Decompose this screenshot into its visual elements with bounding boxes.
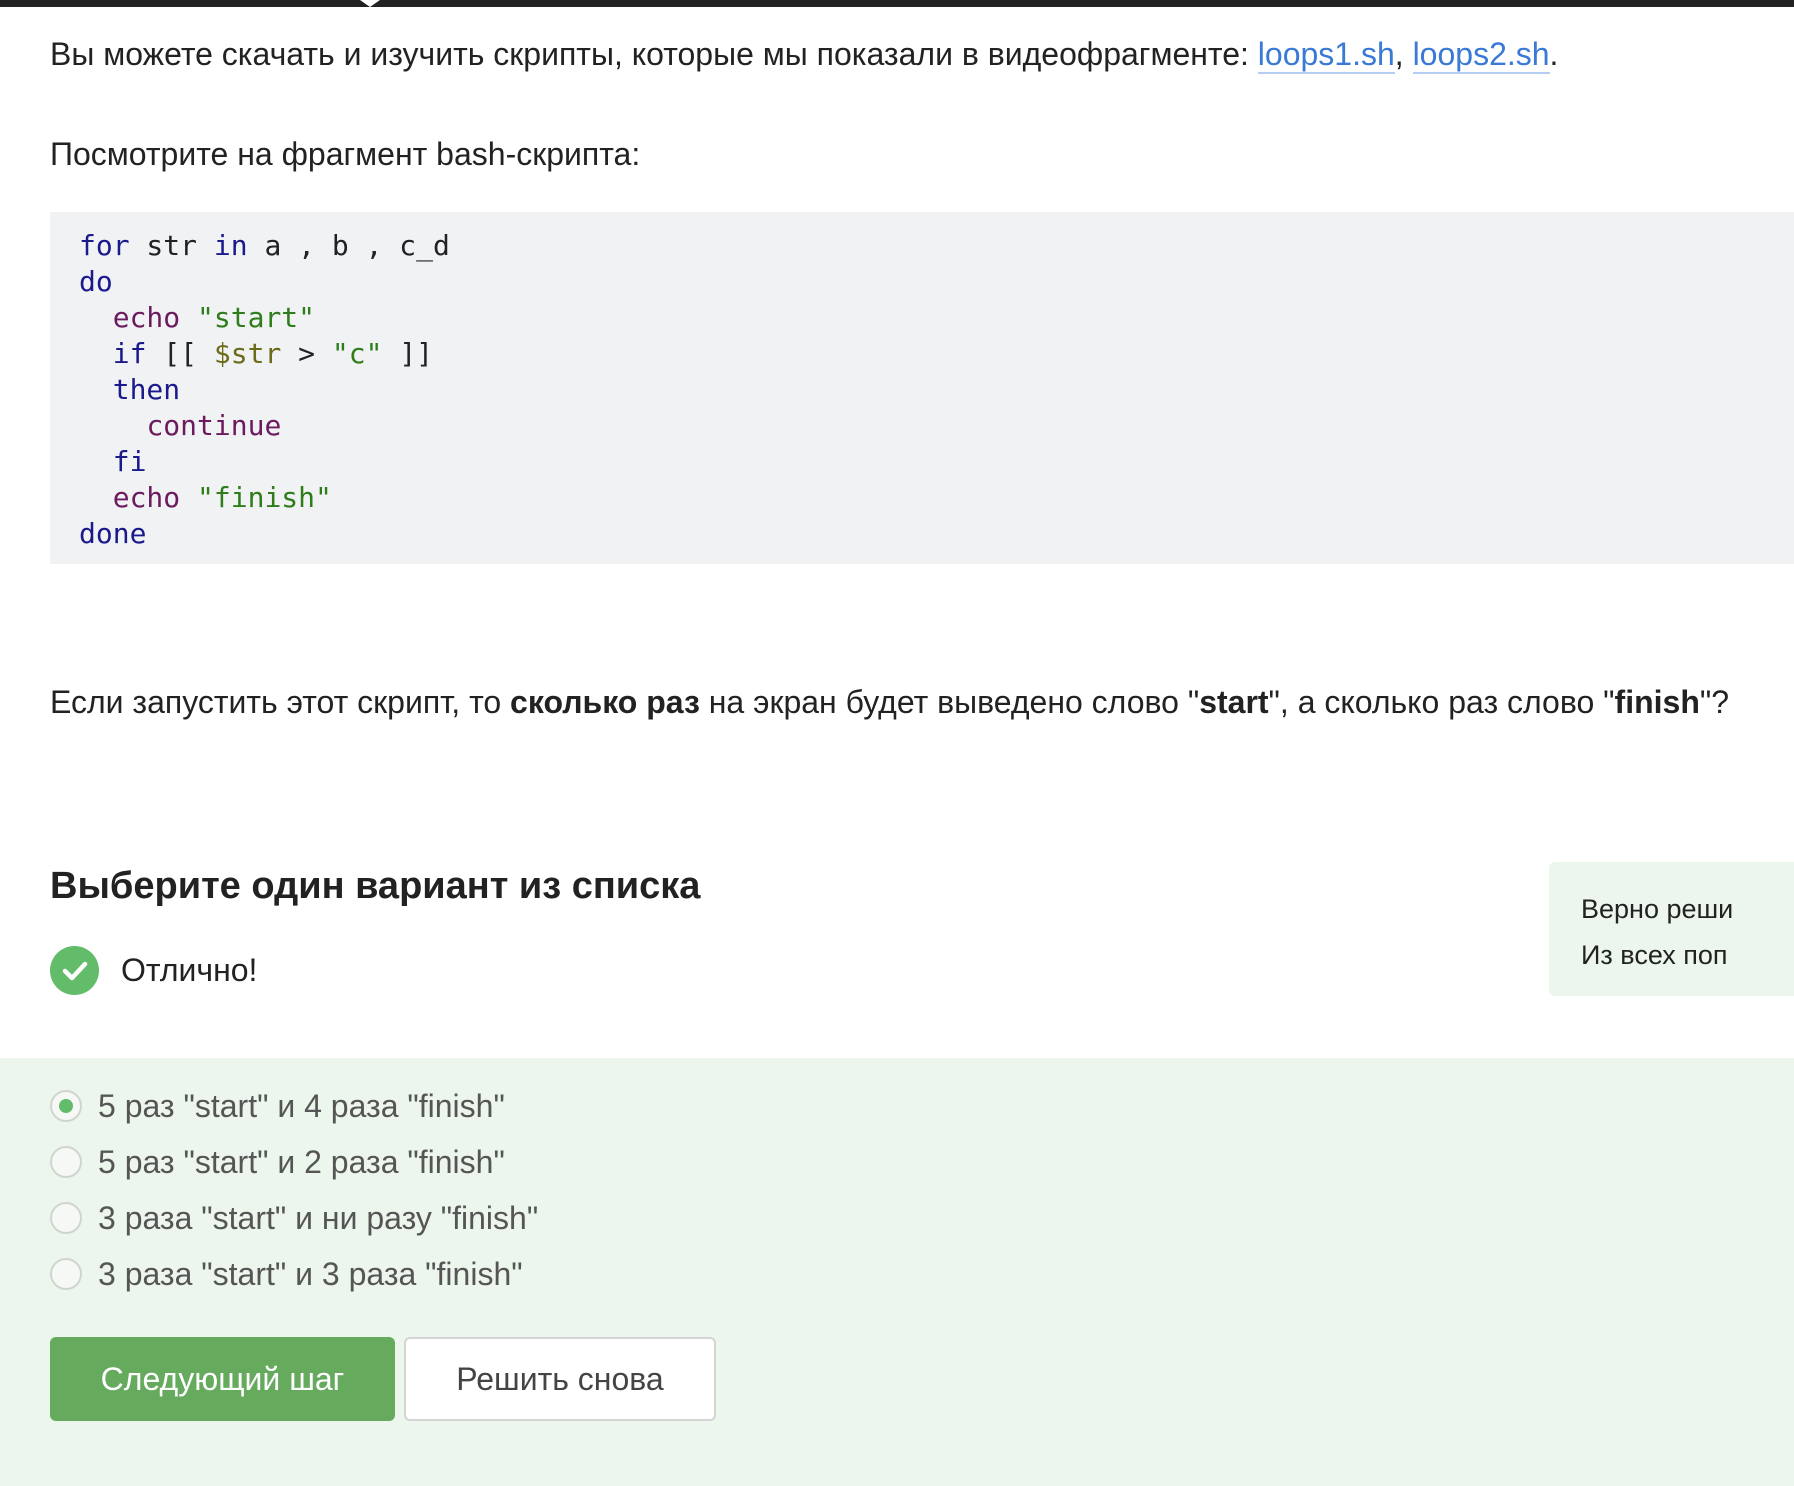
radio-button[interactable] [50, 1202, 82, 1234]
code-pre: for str in a , b , c_d do echo "start" i… [79, 228, 1794, 552]
code-text: > [281, 337, 332, 370]
quiz-title: Выберите один вариант из списка [50, 865, 701, 907]
code-line-2: do [79, 265, 113, 298]
question-part: ", а сколько раз слово " [1268, 684, 1615, 720]
radio-button[interactable] [50, 1258, 82, 1290]
kw-in: in [213, 229, 248, 262]
cmd-echo: echo [112, 481, 181, 514]
kw-for: for [79, 229, 130, 262]
code-block: for str in a , b , c_d do echo "start" i… [50, 212, 1794, 564]
str-finish: "finish" [197, 481, 332, 514]
result-status: Отлично! [50, 946, 257, 995]
intro-separator: , [1394, 36, 1413, 72]
option-item[interactable]: 5 раз "start" и 4 раза "finish" [50, 1078, 538, 1134]
options-list: 5 раз "start" и 4 раза "finish" 5 раз "s… [50, 1078, 538, 1302]
top-bar-notch [360, 0, 380, 7]
answers-area: 5 раз "start" и 4 раза "finish" 5 раз "s… [0, 1058, 1794, 1486]
code-text: [[ [146, 337, 214, 370]
var-str: $str [213, 337, 282, 370]
str-c: "c" [331, 337, 383, 370]
intro-paragraph: Вы можете скачать и изучить скрипты, кот… [50, 34, 1558, 74]
next-step-button[interactable]: Следующий шаг [50, 1337, 395, 1421]
option-label: 5 раз "start" и 4 раза "finish" [98, 1087, 505, 1124]
question-bold: сколько раз [510, 684, 700, 720]
radio-button[interactable] [50, 1090, 82, 1122]
question-part: Если запустить этот скрипт, то [50, 684, 511, 720]
code-line-1: for str in a , b , c_d [79, 229, 450, 262]
checkmark-icon [62, 961, 87, 980]
kw-done: done [79, 517, 147, 550]
status-text: Отлично! [121, 952, 258, 988]
solve-again-button[interactable]: Решить снова [404, 1337, 716, 1421]
code-text: ]] [382, 337, 434, 370]
link-loops2[interactable]: loops2.sh [1412, 36, 1550, 74]
hint-line-1: Верно реши [1581, 894, 1734, 924]
link-loops1[interactable]: loops1.sh [1257, 36, 1395, 74]
question-part: на экран будет выведено слово " [699, 684, 1200, 720]
str-start: "start" [197, 301, 316, 334]
radio-dot [59, 1099, 73, 1113]
check-circle-icon [50, 946, 99, 995]
code-line-6: continue [79, 409, 281, 442]
intro-text: Вы можете скачать и изучить скрипты, кот… [50, 36, 1258, 72]
option-item[interactable]: 3 раза "start" и ни разу "finish" [50, 1190, 538, 1246]
question-bold: finish [1614, 684, 1700, 720]
intro-end: . [1549, 36, 1559, 72]
code-line-3: echo "start" [79, 301, 315, 334]
code-line-7: fi [79, 445, 147, 478]
question-text: Если запустить этот скрипт, то сколько р… [50, 682, 1729, 722]
code-line-4: if [[ $str > "c" ]] [79, 337, 433, 370]
kw-if: if [112, 337, 147, 370]
option-label: 5 раз "start" и 2 раза "finish" [98, 1143, 505, 1180]
code-text: a , b , c_d [247, 229, 450, 262]
code-lead: Посмотрите на фрагмент bash-скрипта: [50, 136, 641, 172]
kw-fi: fi [112, 445, 147, 478]
question-part: "? [1699, 684, 1730, 720]
option-label: 3 раза "start" и 3 раза "finish" [98, 1255, 523, 1292]
top-bar [0, 0, 1794, 7]
solution-hint-panel: Верно реши Из всех поп [1549, 862, 1794, 996]
kw-do: do [79, 265, 113, 298]
option-item[interactable]: 3 раза "start" и 3 раза "finish" [50, 1246, 538, 1302]
cmd-echo: echo [112, 301, 181, 334]
code-line-9: done [79, 517, 146, 550]
cmd-continue: continue [146, 409, 282, 442]
option-item[interactable]: 5 раз "start" и 2 раза "finish" [50, 1134, 538, 1190]
radio-button[interactable] [50, 1146, 82, 1178]
option-label: 3 раза "start" и ни разу "finish" [98, 1199, 539, 1236]
kw-then: then [112, 373, 181, 406]
code-line-8: echo "finish" [79, 481, 332, 514]
hint-line-2: Из всех поп [1581, 940, 1728, 970]
code-line-5: then [79, 373, 180, 406]
code-text: str [129, 229, 214, 262]
question-bold: start [1199, 684, 1269, 720]
